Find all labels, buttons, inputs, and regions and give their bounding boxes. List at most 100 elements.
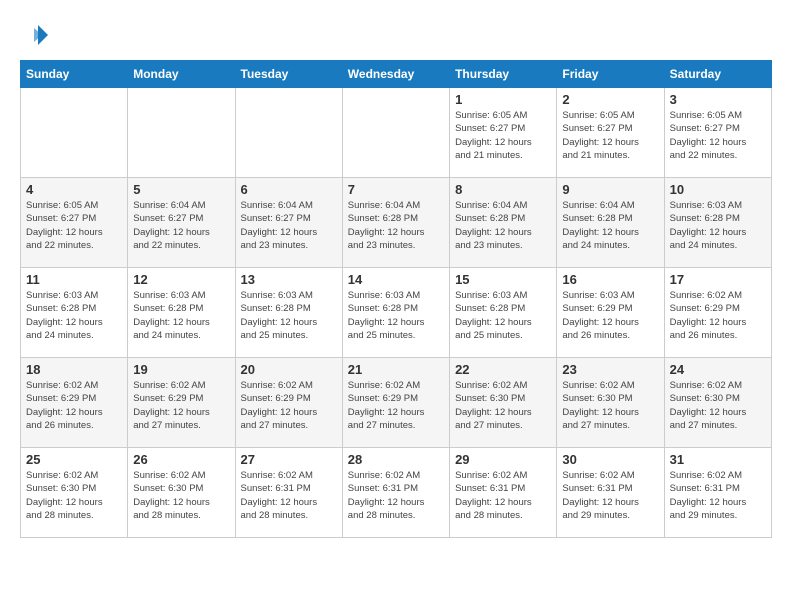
calendar-cell: 10 Sunrise: 6:03 AM Sunset: 6:28 PM Dayli… [664,178,771,268]
weekday-header-thursday: Thursday [450,61,557,88]
calendar-cell: 6Sunrise: 6:04 AM Sunset: 6:27 PM Daylig… [235,178,342,268]
calendar-cell: 19 Sunrise: 6:02 AM Sunset: 6:29 PM Dayli… [128,358,235,448]
calendar-cell: 26Sunrise: 6:02 AM Sunset: 6:30 PM Dayli… [128,448,235,538]
week-row-1: 1 Sunrise: 6:05 AM Sunset: 6:27 PM Daylig… [21,88,772,178]
calendar-cell [128,88,235,178]
calendar-cell: 12Sunrise: 6:03 AM Sunset: 6:28 PM Dayli… [128,268,235,358]
calendar-cell [342,88,449,178]
weekday-header-wednesday: Wednesday [342,61,449,88]
day-detail: Sunrise: 6:04 AM Sunset: 6:27 PM Dayligh… [133,199,229,252]
logo [20,20,54,50]
calendar-cell: 8 Sunrise: 6:04 AM Sunset: 6:28 PM Daylig… [450,178,557,268]
calendar-cell: 17 Sunrise: 6:02 AM Sunset: 6:29 PM Dayli… [664,268,771,358]
calendar-cell: 27 Sunrise: 6:02 AM Sunset: 6:31 PM Dayli… [235,448,342,538]
day-detail: Sunrise: 6:05 AM Sunset: 6:27 PM Dayligh… [562,109,658,162]
calendar-cell: 5 Sunrise: 6:04 AM Sunset: 6:27 PM Daylig… [128,178,235,268]
day-number: 19 [133,362,229,377]
day-detail: Sunrise: 6:03 AM Sunset: 6:28 PM Dayligh… [455,289,551,342]
day-detail: Sunrise: 6:03 AM Sunset: 6:28 PM Dayligh… [241,289,337,342]
day-number: 14 [348,272,444,287]
calendar-cell: 16 Sunrise: 6:03 AM Sunset: 6:29 PM Dayli… [557,268,664,358]
calendar-cell [21,88,128,178]
day-detail: Sunrise: 6:02 AM Sunset: 6:31 PM Dayligh… [241,469,337,522]
day-number: 20 [241,362,337,377]
day-detail: Sunrise: 6:03 AM Sunset: 6:29 PM Dayligh… [562,289,658,342]
calendar-cell: 30Sunrise: 6:02 AM Sunset: 6:31 PM Dayli… [557,448,664,538]
weekday-header-friday: Friday [557,61,664,88]
calendar-body: 1 Sunrise: 6:05 AM Sunset: 6:27 PM Daylig… [21,88,772,538]
day-detail: Sunrise: 6:02 AM Sunset: 6:29 PM Dayligh… [348,379,444,432]
day-number: 28 [348,452,444,467]
day-number: 15 [455,272,551,287]
calendar-cell: 22 Sunrise: 6:02 AM Sunset: 6:30 PM Dayli… [450,358,557,448]
day-number: 21 [348,362,444,377]
day-number: 10 [670,182,766,197]
day-detail: Sunrise: 6:02 AM Sunset: 6:31 PM Dayligh… [455,469,551,522]
day-detail: Sunrise: 6:02 AM Sunset: 6:30 PM Dayligh… [455,379,551,432]
weekday-header-monday: Monday [128,61,235,88]
day-number: 1 [455,92,551,107]
day-number: 24 [670,362,766,377]
day-number: 16 [562,272,658,287]
day-number: 3 [670,92,766,107]
weekday-header-row: SundayMondayTuesdayWednesdayThursdayFrid… [21,61,772,88]
day-detail: Sunrise: 6:04 AM Sunset: 6:27 PM Dayligh… [241,199,337,252]
day-detail: Sunrise: 6:04 AM Sunset: 6:28 PM Dayligh… [455,199,551,252]
day-detail: Sunrise: 6:03 AM Sunset: 6:28 PM Dayligh… [348,289,444,342]
day-detail: Sunrise: 6:02 AM Sunset: 6:30 PM Dayligh… [562,379,658,432]
day-number: 13 [241,272,337,287]
day-number: 8 [455,182,551,197]
day-number: 5 [133,182,229,197]
day-number: 17 [670,272,766,287]
calendar-cell: 13 Sunrise: 6:03 AM Sunset: 6:28 PM Dayli… [235,268,342,358]
day-detail: Sunrise: 6:05 AM Sunset: 6:27 PM Dayligh… [26,199,122,252]
weekday-header-tuesday: Tuesday [235,61,342,88]
calendar-cell: 23 Sunrise: 6:02 AM Sunset: 6:30 PM Dayli… [557,358,664,448]
day-number: 7 [348,182,444,197]
weekday-header-saturday: Saturday [664,61,771,88]
calendar-cell: 2Sunrise: 6:05 AM Sunset: 6:27 PM Daylig… [557,88,664,178]
calendar-cell: 24 Sunrise: 6:02 AM Sunset: 6:30 PM Dayli… [664,358,771,448]
calendar-cell: 11Sunrise: 6:03 AM Sunset: 6:28 PM Dayli… [21,268,128,358]
day-detail: Sunrise: 6:02 AM Sunset: 6:30 PM Dayligh… [26,469,122,522]
day-detail: Sunrise: 6:02 AM Sunset: 6:29 PM Dayligh… [670,289,766,342]
day-number: 23 [562,362,658,377]
calendar-cell: 20 Sunrise: 6:02 AM Sunset: 6:29 PM Dayli… [235,358,342,448]
day-number: 22 [455,362,551,377]
day-number: 18 [26,362,122,377]
day-number: 11 [26,272,122,287]
calendar-cell: 4 Sunrise: 6:05 AM Sunset: 6:27 PM Daylig… [21,178,128,268]
calendar-cell: 18Sunrise: 6:02 AM Sunset: 6:29 PM Dayli… [21,358,128,448]
day-detail: Sunrise: 6:05 AM Sunset: 6:27 PM Dayligh… [455,109,551,162]
day-number: 9 [562,182,658,197]
week-row-3: 11 Sunrise: 6:03 AM Sunset: 6:28 PM Dayli… [21,268,772,358]
calendar-cell: 29 Sunrise: 6:02 AM Sunset: 6:31 PM Dayli… [450,448,557,538]
day-number: 31 [670,452,766,467]
calendar-cell: 25 Sunrise: 6:02 AM Sunset: 6:30 PM Dayli… [21,448,128,538]
day-number: 25 [26,452,122,467]
day-number: 4 [26,182,122,197]
calendar-cell: 7Sunrise: 6:04 AM Sunset: 6:28 PM Daylig… [342,178,449,268]
day-detail: Sunrise: 6:02 AM Sunset: 6:29 PM Dayligh… [133,379,229,432]
calendar-cell: 31 Sunrise: 6:02 AM Sunset: 6:31 PM Dayli… [664,448,771,538]
calendar-table: SundayMondayTuesdayWednesdayThursdayFrid… [20,60,772,538]
day-number: 27 [241,452,337,467]
week-row-5: 25 Sunrise: 6:02 AM Sunset: 6:30 PM Dayli… [21,448,772,538]
day-detail: Sunrise: 6:02 AM Sunset: 6:31 PM Dayligh… [348,469,444,522]
day-detail: Sunrise: 6:04 AM Sunset: 6:28 PM Dayligh… [562,199,658,252]
day-detail: Sunrise: 6:02 AM Sunset: 6:29 PM Dayligh… [241,379,337,432]
day-detail: Sunrise: 6:02 AM Sunset: 6:30 PM Dayligh… [133,469,229,522]
day-detail: Sunrise: 6:02 AM Sunset: 6:30 PM Dayligh… [670,379,766,432]
week-row-2: 4 Sunrise: 6:05 AM Sunset: 6:27 PM Daylig… [21,178,772,268]
day-number: 12 [133,272,229,287]
calendar-cell: 28 Sunrise: 6:02 AM Sunset: 6:31 PM Dayli… [342,448,449,538]
day-detail: Sunrise: 6:03 AM Sunset: 6:28 PM Dayligh… [670,199,766,252]
day-detail: Sunrise: 6:02 AM Sunset: 6:31 PM Dayligh… [562,469,658,522]
calendar-cell: 15 Sunrise: 6:03 AM Sunset: 6:28 PM Dayli… [450,268,557,358]
calendar-cell: 14 Sunrise: 6:03 AM Sunset: 6:28 PM Dayli… [342,268,449,358]
calendar-cell: 3 Sunrise: 6:05 AM Sunset: 6:27 PM Daylig… [664,88,771,178]
day-number: 29 [455,452,551,467]
day-detail: Sunrise: 6:05 AM Sunset: 6:27 PM Dayligh… [670,109,766,162]
calendar-cell [235,88,342,178]
day-detail: Sunrise: 6:02 AM Sunset: 6:31 PM Dayligh… [670,469,766,522]
